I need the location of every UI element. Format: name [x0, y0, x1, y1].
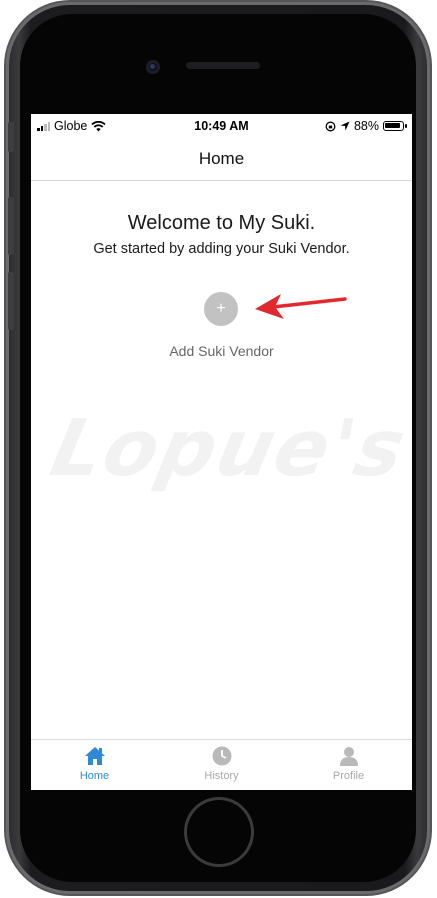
tab-home-label: Home — [79, 770, 110, 782]
welcome-subtitle: Get started by adding your Suki Vendor. — [93, 241, 350, 257]
location-icon — [340, 121, 350, 131]
home-button[interactable] — [187, 800, 251, 864]
page-title: Home — [198, 149, 245, 168]
front-camera — [146, 60, 160, 74]
app-screen: Globe 10:49 AM 88% Home Lopue's Welcome … — [31, 114, 412, 790]
navigation-bar: Home — [31, 138, 412, 181]
status-right: 88% — [325, 119, 407, 133]
battery-icon — [383, 121, 407, 131]
tab-history-label: History — [204, 770, 239, 782]
mute-switch — [8, 122, 14, 152]
tab-history[interactable]: History — [158, 740, 285, 790]
tab-profile[interactable]: Profile — [285, 740, 412, 790]
status-bar: Globe 10:49 AM 88% — [31, 114, 412, 138]
orientation-lock-icon — [325, 121, 336, 131]
tab-home[interactable]: Home — [31, 740, 158, 790]
add-vendor-label[interactable]: Add Suki Vendor — [31, 343, 412, 359]
battery-percent: 88% — [353, 119, 379, 133]
volume-up-button — [8, 197, 14, 255]
home-icon — [84, 747, 105, 765]
red-arrow-annotation — [255, 294, 347, 319]
earpiece-speaker — [186, 62, 260, 69]
add-vendor-button[interactable]: + — [204, 292, 238, 326]
tab-bar: Home History Profile — [31, 739, 412, 790]
welcome-heading: Welcome to My Suki. — [127, 212, 316, 234]
person-icon — [339, 747, 358, 766]
clock-icon — [212, 746, 231, 766]
lopues-watermark-logo: Lopue's — [43, 404, 412, 494]
plus-icon: + — [216, 300, 226, 317]
tab-profile-label: Profile — [332, 770, 365, 782]
volume-down-button — [8, 272, 14, 330]
